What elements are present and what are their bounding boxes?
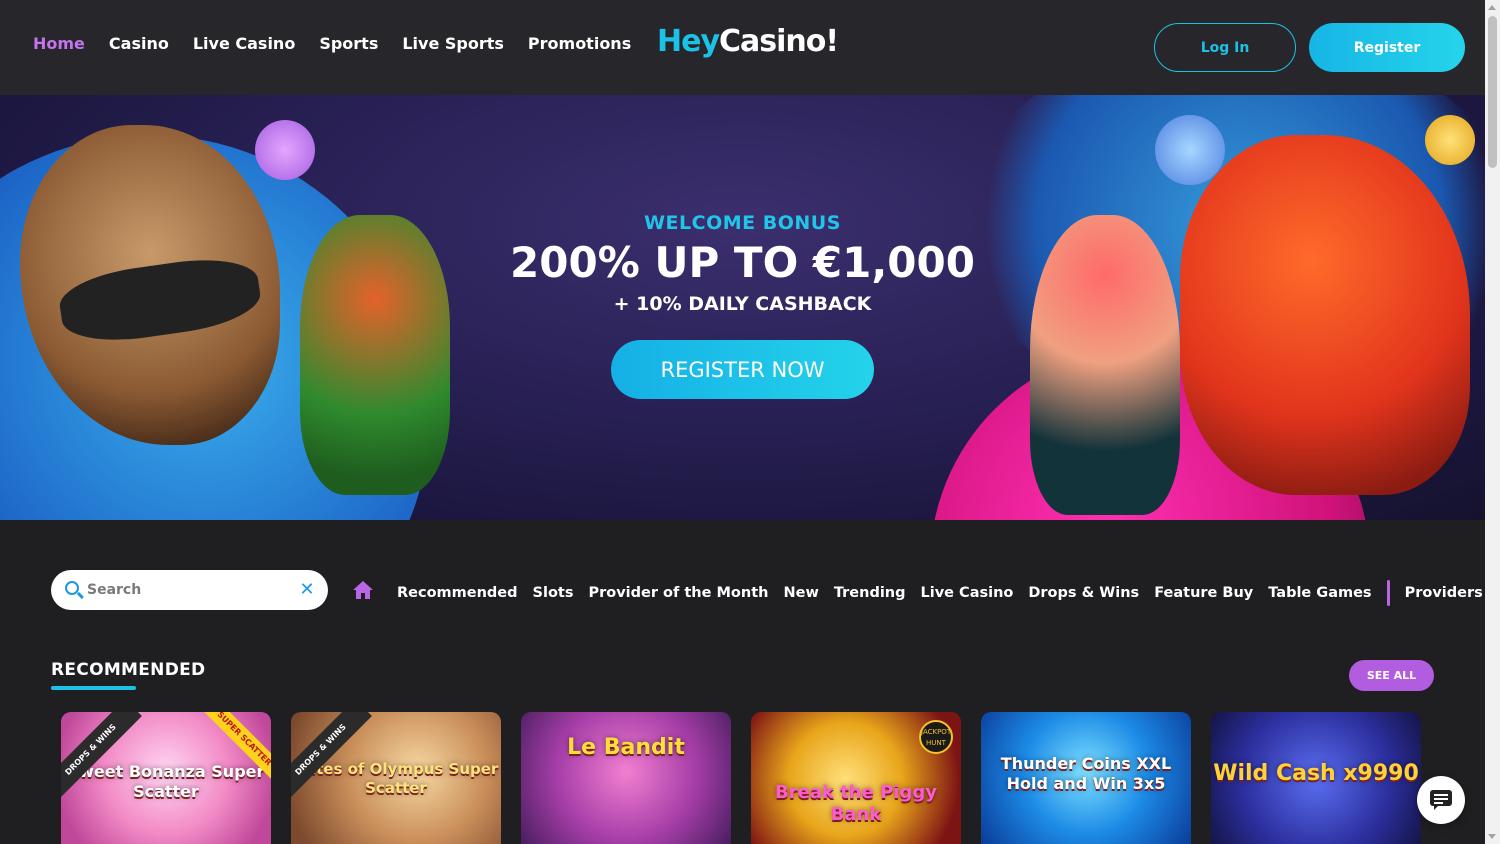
game-card-break-the-piggy-bank[interactable]: Break the Piggy Bank JACKPOT HUNT — [751, 712, 961, 844]
nav-live-casino[interactable]: Live Casino — [193, 34, 295, 53]
squid-character — [255, 120, 315, 180]
search-icon — [65, 581, 79, 595]
section-underline — [51, 686, 136, 690]
game-card-thunder-coins[interactable]: Thunder Coins XXL Hold and Win 3x5 — [981, 712, 1191, 844]
tab-recommended[interactable]: Recommended — [397, 585, 518, 601]
jackpot-hunt-badge: JACKPOT HUNT — [919, 720, 953, 754]
game-cards: Sweet Bonanza Super Scatter DROPS & WINS… — [61, 712, 1421, 844]
eagle-character — [1180, 135, 1470, 495]
tab-table-games[interactable]: Table Games — [1268, 585, 1371, 601]
scrollbar[interactable] — [1485, 0, 1500, 844]
logo-casino: Casino! — [719, 24, 839, 59]
login-button[interactable]: Log In — [1154, 23, 1296, 72]
game-title: Sweet Bonanza Super Scatter — [67, 762, 265, 801]
tab-drops-and-wins[interactable]: Drops & Wins — [1028, 585, 1139, 601]
game-title: Wild Cash x9990 — [1213, 761, 1419, 786]
nav-home[interactable]: Home — [33, 34, 85, 53]
dragon-character — [1155, 115, 1225, 185]
nav-sports[interactable]: Sports — [319, 34, 378, 53]
register-button[interactable]: Register — [1309, 23, 1465, 72]
search-input[interactable] — [87, 576, 287, 604]
category-divider — [1386, 580, 1390, 606]
scroll-up-arrow[interactable] — [1488, 5, 1496, 10]
header: Home Casino Live Casino Sports Live Spor… — [0, 0, 1485, 95]
hero-kicker: WELCOME BONUS — [644, 212, 841, 234]
game-title: Thunder Coins XXL Hold and Win 3x5 — [1000, 754, 1172, 793]
tab-provider-of-the-month[interactable]: Provider of the Month — [588, 585, 768, 601]
tab-new[interactable]: New — [783, 585, 818, 601]
logo-hey: Hey — [657, 24, 720, 59]
game-card-sweet-bonanza[interactable]: Sweet Bonanza Super Scatter DROPS & WINS… — [61, 712, 271, 844]
search-box: ✕ — [51, 570, 328, 610]
game-title: Gates of Olympus Super Scatter — [293, 760, 499, 797]
tab-feature-buy[interactable]: Feature Buy — [1154, 585, 1253, 601]
tab-slots[interactable]: Slots — [533, 585, 574, 601]
nav-live-sports[interactable]: Live Sports — [402, 34, 504, 53]
tab-live-casino[interactable]: Live Casino — [921, 585, 1014, 601]
game-title: Break the Piggy Bank — [775, 782, 937, 825]
page: Home Casino Live Casino Sports Live Spor… — [0, 0, 1500, 844]
game-card-gates-of-olympus[interactable]: Gates of Olympus Super Scatter DROPS & W… — [291, 712, 501, 844]
chat-icon — [1430, 790, 1452, 810]
hero-title: 200% UP TO €1,000 — [510, 238, 975, 287]
category-tabs: Recommended Slots Provider of the Month … — [397, 580, 1483, 606]
close-icon[interactable]: ✕ — [298, 581, 316, 599]
logo[interactable]: HeyCasino! — [657, 24, 839, 59]
nav-promotions[interactable]: Promotions — [528, 34, 631, 53]
main-nav: Home Casino Live Casino Sports Live Spor… — [33, 34, 631, 53]
register-now-button[interactable]: REGISTER NOW — [611, 340, 874, 399]
hero-subtitle: + 10% DAILY CASHBACK — [613, 293, 872, 315]
game-card-wild-cash[interactable]: Wild Cash x9990 — [1211, 712, 1421, 844]
chat-button[interactable] — [1417, 776, 1465, 824]
game-card-le-bandit[interactable]: Le Bandit — [521, 712, 731, 844]
tab-providers[interactable]: Providers — [1405, 585, 1483, 601]
scroll-down-arrow[interactable] — [1488, 834, 1496, 839]
nav-casino[interactable]: Casino — [109, 34, 169, 53]
section-title: RECOMMENDED — [51, 660, 206, 680]
game-title: Le Bandit — [567, 735, 685, 760]
see-all-button[interactable]: SEE ALL — [1349, 660, 1434, 691]
scroll-thumb[interactable] — [1488, 16, 1497, 168]
hero-banner[interactable]: WELCOME BONUS 200% UP TO €1,000 + 10% DA… — [0, 95, 1485, 520]
tab-trending[interactable]: Trending — [834, 585, 906, 601]
home-icon[interactable] — [352, 580, 374, 600]
pig-character — [1425, 115, 1475, 165]
